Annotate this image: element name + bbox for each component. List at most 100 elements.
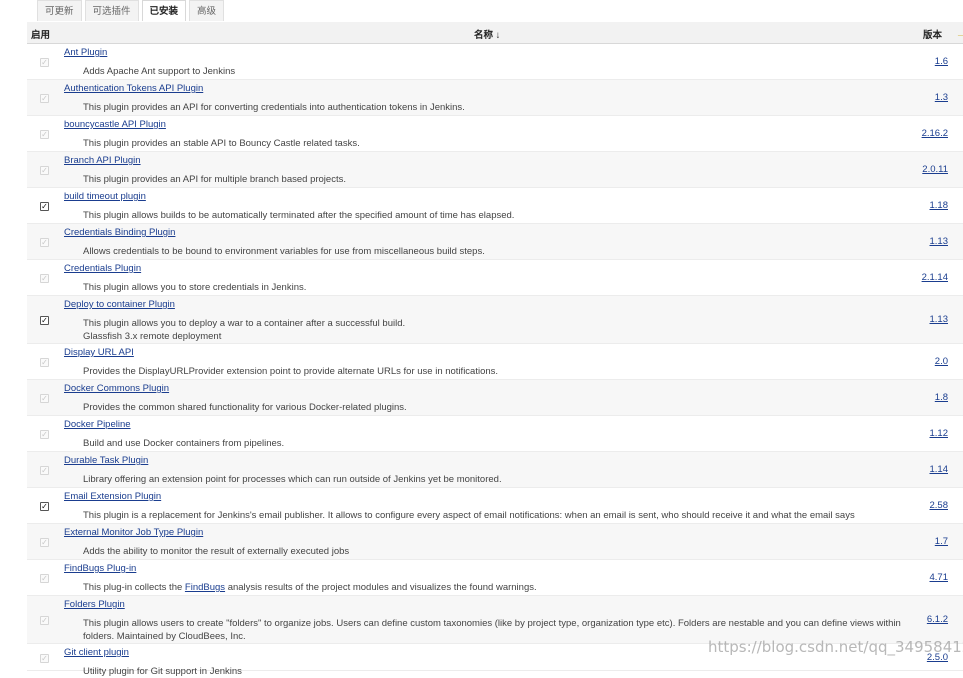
- description-text: This plugin allows builds to be automati…: [83, 210, 515, 221]
- plugin-enabled-checkbox[interactable]: ✓: [40, 58, 49, 67]
- plugin-name-link[interactable]: bouncycastle API Plugin: [64, 119, 166, 130]
- plugin-description: This plugin allows you to store credenti…: [83, 281, 923, 294]
- description-text: This plugin allows you to deploy a war t…: [83, 318, 406, 329]
- plugin-name-link[interactable]: Branch API Plugin: [64, 155, 141, 166]
- plugin-version-link[interactable]: 2.16.2: [922, 128, 948, 139]
- plugin-name-link[interactable]: Email Extension Plugin: [64, 491, 161, 502]
- column-header-enabled[interactable]: 启用: [31, 27, 50, 41]
- plugin-row: ✓ Email Extension Plugin This plugin is a …: [27, 488, 963, 524]
- plugin-enabled-checkbox[interactable]: ✓: [40, 238, 49, 247]
- plugin-enabled-checkbox[interactable]: ✓: [40, 274, 49, 283]
- plugin-row: ✓ Display URL API Provides the DisplayURLP…: [27, 344, 963, 380]
- plugin-enabled-checkbox[interactable]: ✓: [40, 394, 49, 403]
- plugin-name-link[interactable]: Display URL API: [64, 347, 134, 358]
- plugin-name-link[interactable]: Git client plugin: [64, 647, 129, 658]
- plugin-name-link[interactable]: Deploy to container Plugin: [64, 299, 175, 310]
- plugin-name-link[interactable]: FindBugs Plug-in: [64, 563, 136, 574]
- plugin-enabled-checkbox[interactable]: ✓: [40, 316, 49, 325]
- plugin-name-link[interactable]: Docker Commons Plugin: [64, 383, 169, 394]
- plugin-description: Build and use Docker containers from pip…: [83, 437, 923, 450]
- column-header-version[interactable]: 版本: [923, 27, 942, 41]
- plugin-row: ✓ Credentials Plugin This plugin allows yo…: [27, 260, 963, 296]
- description-text: This plugin provides an API for multiple…: [83, 174, 346, 185]
- plugin-enabled-checkbox[interactable]: ✓: [40, 430, 49, 439]
- plugin-version-link[interactable]: 4.71: [930, 572, 949, 583]
- description-text-pre: This plug-in collects the: [83, 582, 185, 593]
- plugin-enabled-checkbox[interactable]: ✓: [40, 130, 49, 139]
- plugin-version-link[interactable]: 1.13: [930, 314, 949, 325]
- plugin-enabled-checkbox[interactable]: ✓: [40, 94, 49, 103]
- description-text: Build and use Docker containers from pip…: [83, 438, 285, 449]
- plugin-version-link[interactable]: 2.0.11: [922, 164, 948, 175]
- plugin-version-link[interactable]: 6.1.2: [927, 614, 948, 625]
- description-text: Provides the DisplayURLProvider extensio…: [83, 366, 499, 377]
- plugin-version-link[interactable]: 2.1.14: [922, 272, 948, 283]
- plugin-row: ✓ Deploy to container Plugin This plugin a…: [27, 296, 963, 344]
- installed-plugins-table: ✓ Ant Plugin Adds Apache Ant support to Je…: [27, 44, 963, 677]
- plugin-name-link[interactable]: Credentials Binding Plugin: [64, 227, 175, 238]
- plugin-enabled-checkbox[interactable]: ✓: [40, 202, 49, 211]
- plugin-description: Adds the ability to monitor the result o…: [83, 545, 923, 558]
- plugin-enabled-checkbox[interactable]: ✓: [40, 166, 49, 175]
- plugin-version-link[interactable]: 1.3: [935, 92, 948, 103]
- tab-available[interactable]: 可选插件: [84, 0, 139, 21]
- plugin-row: ✓ Durable Task Plugin Library offering an …: [27, 452, 963, 488]
- plugin-description: Provides the DisplayURLProvider extensio…: [83, 365, 923, 378]
- plugin-row: ✓ Branch API Plugin This plugin provides a…: [27, 152, 963, 188]
- description-text-post: analysis results of the project modules …: [225, 582, 537, 593]
- plugin-enabled-checkbox[interactable]: ✓: [40, 616, 49, 625]
- plugin-name-link[interactable]: Durable Task Plugin: [64, 455, 148, 466]
- plugin-name-link[interactable]: Folders Plugin: [64, 599, 125, 610]
- plugin-row: ✓ Authentication Tokens API Plugin This pl…: [27, 80, 963, 116]
- plugin-version-link[interactable]: 2.58: [930, 500, 949, 511]
- plugin-version-link[interactable]: 1.7: [935, 536, 948, 547]
- plugin-name-link[interactable]: Docker Pipeline: [64, 419, 131, 430]
- plugin-row: ✓ Ant Plugin Adds Apache Ant support to Je…: [27, 44, 963, 80]
- description-text: Adds Apache Ant support to Jenkins: [83, 66, 236, 77]
- plugin-row: ✓ Docker Commons Plugin Provides the commo…: [27, 380, 963, 416]
- plugin-description: This plug-in collects the FindBugs analy…: [83, 581, 923, 594]
- plugin-version-link[interactable]: 1.12: [930, 428, 949, 439]
- plugin-version-link[interactable]: 1.6: [935, 56, 948, 67]
- plugin-name-link[interactable]: Authentication Tokens API Plugin: [64, 83, 203, 94]
- plugin-manager-tabs: 可更新 可选插件 已安装 高级: [37, 0, 227, 22]
- plugin-version-link[interactable]: 1.8: [935, 392, 948, 403]
- plugin-version-link[interactable]: 1.14: [930, 464, 949, 475]
- findbugs-link[interactable]: FindBugs: [185, 582, 225, 593]
- plugin-row: ✓ Folders Plugin This plugin allows users …: [27, 596, 963, 644]
- watermark: https://blog.csdn.net/qq_34958412: [708, 638, 963, 656]
- description-text-secondary: Glassfish 3.x remote deployment: [83, 331, 222, 342]
- plugin-enabled-checkbox[interactable]: ✓: [40, 574, 49, 583]
- description-text: This plugin allows you to store credenti…: [83, 282, 307, 293]
- plugin-enabled-checkbox[interactable]: ✓: [40, 502, 49, 511]
- plugin-enabled-checkbox[interactable]: ✓: [40, 538, 49, 547]
- plugin-enabled-checkbox[interactable]: ✓: [40, 654, 49, 663]
- plugin-row: ✓ External Monitor Job Type Plugin Adds th…: [27, 524, 963, 560]
- description-text: Allows credentials to be bound to enviro…: [83, 246, 485, 257]
- plugin-description: This plugin is a replacement for Jenkins…: [83, 509, 923, 522]
- description-text: This plugin provides an stable API to Bo…: [83, 138, 360, 149]
- plugin-name-link[interactable]: Ant Plugin: [64, 47, 107, 58]
- tab-updates[interactable]: 可更新: [37, 0, 82, 21]
- tab-installed[interactable]: 已安装: [141, 0, 187, 21]
- plugin-name-link[interactable]: Credentials Plugin: [64, 263, 141, 274]
- plugin-enabled-checkbox[interactable]: ✓: [40, 466, 49, 475]
- tab-advanced[interactable]: 高级: [189, 0, 225, 21]
- column-header-extra[interactable]: _: [958, 27, 963, 38]
- plugin-row: ✓ build timeout plugin This plugin allows …: [27, 188, 963, 224]
- plugin-row: ✓ FindBugs Plug-in This plug-in collects t…: [27, 560, 963, 596]
- plugin-description: This plugin provides an API for converti…: [83, 101, 923, 114]
- plugin-version-link[interactable]: 1.18: [930, 200, 949, 211]
- plugin-version-link[interactable]: 1.13: [930, 236, 949, 247]
- plugin-name-link[interactable]: External Monitor Job Type Plugin: [64, 527, 203, 538]
- description-text: Provides the common shared functionality…: [83, 402, 407, 413]
- plugin-description: This plugin provides an API for multiple…: [83, 173, 923, 186]
- description-text: This plugin is a replacement for Jenkins…: [83, 510, 855, 521]
- plugin-version-link[interactable]: 2.0: [935, 356, 948, 367]
- column-header-name[interactable]: 名称 ↓: [474, 27, 500, 41]
- plugin-row: ✓ Credentials Binding Plugin Allows creden…: [27, 224, 963, 260]
- plugin-enabled-checkbox[interactable]: ✓: [40, 358, 49, 367]
- plugin-description: This plugin provides an stable API to Bo…: [83, 137, 923, 150]
- description-text: This plugin provides an API for converti…: [83, 102, 465, 113]
- plugin-name-link[interactable]: build timeout plugin: [64, 191, 146, 202]
